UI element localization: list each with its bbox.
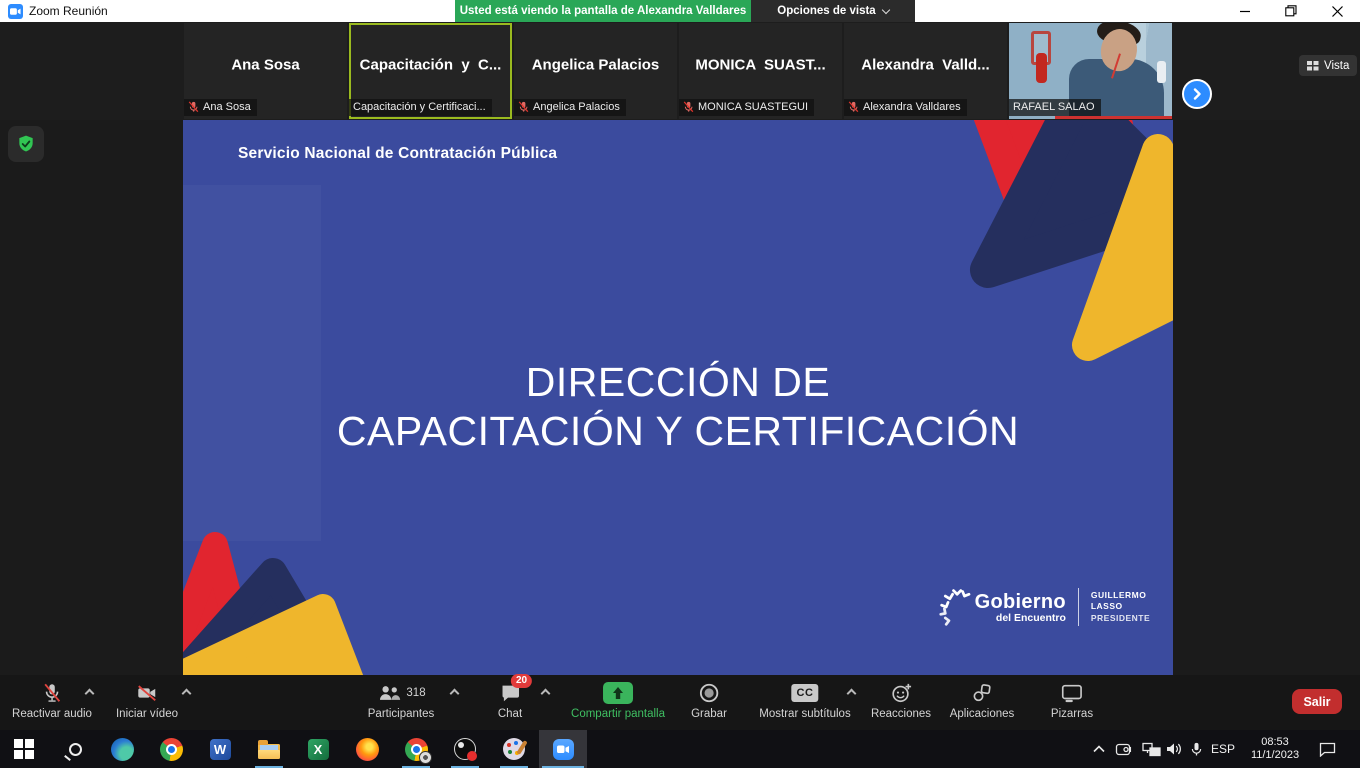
obs-icon — [454, 738, 476, 760]
taskbar-edge[interactable] — [98, 730, 146, 768]
mic-muted-icon — [188, 101, 199, 113]
windows-taskbar: W X ESP 08:53 11/1/2023 — [0, 730, 1360, 768]
start-button[interactable] — [0, 730, 48, 768]
gobierno-wordmark: Gobierno — [975, 591, 1066, 614]
participant-label: MONICA SUASTEGUI — [698, 101, 808, 113]
sun-rays-icon — [938, 585, 973, 629]
participant-label: Alexandra Valldares — [863, 101, 961, 113]
taskbar-firefox[interactable] — [343, 730, 391, 768]
file-explorer-icon — [258, 744, 280, 759]
taskbar-zoom-active[interactable] — [539, 730, 587, 768]
screen-share-banner: Usted está viendo la pantalla de Alexand… — [455, 0, 751, 22]
participant-video-strip: Ana Sosa Ana Sosa Capacitación y C... Ca… — [0, 22, 1360, 120]
word-icon: W — [210, 739, 231, 760]
participant-tile[interactable]: Alexandra Valld... Alexandra Valldares — [844, 23, 1007, 119]
zoom-icon — [553, 739, 574, 760]
taskbar-file-explorer[interactable] — [245, 730, 293, 768]
chat-unread-badge: 20 — [511, 674, 532, 688]
participant-tile[interactable]: Angelica Palacios Angelica Palacios — [514, 23, 677, 119]
mic-muted-icon — [518, 101, 529, 113]
camera-muted-icon — [135, 682, 159, 704]
gobierno-logo: Gobierno del Encuentro GUILLERMO LASSO P… — [938, 585, 1173, 629]
participant-label: Capacitación y Certificaci... — [353, 101, 486, 113]
chat-chevron[interactable] — [541, 689, 551, 699]
tray-date: 11/1/2023 — [1251, 749, 1299, 762]
whiteboards-button[interactable]: Pizarras — [1051, 681, 1093, 720]
taskbar-paint[interactable] — [490, 730, 538, 768]
window-title: Zoom Reunión — [29, 4, 108, 18]
chrome-icon — [160, 738, 183, 761]
grid-view-icon — [1307, 61, 1319, 71]
zoom-title-bar: Zoom Reunión Usted está viendo la pantal… — [0, 0, 1360, 22]
windows-logo-icon — [14, 739, 34, 759]
apps-button[interactable]: Aplicaciones — [950, 681, 1015, 720]
video-options-chevron[interactable] — [182, 689, 192, 699]
firefox-icon — [356, 738, 379, 761]
mic-muted-icon — [41, 682, 63, 704]
taskbar-word[interactable]: W — [196, 730, 244, 768]
participant-count: 318 — [406, 687, 425, 699]
tray-mic-icon[interactable] — [1186, 730, 1206, 768]
action-center-icon[interactable] — [1312, 730, 1342, 768]
slide-header-text: Servicio Nacional de Contratación Públic… — [238, 145, 557, 163]
share-screen-icon — [603, 682, 633, 704]
participant-label: RAFAEL SALAO — [1013, 101, 1095, 113]
shared-screen-area: Servicio Nacional de Contratación Públic… — [0, 120, 1360, 675]
captions-button[interactable]: CC Mostrar subtítulos — [759, 681, 850, 720]
reactions-button[interactable]: Reacciones — [871, 681, 931, 720]
chat-button[interactable]: 20 Chat — [498, 681, 522, 720]
tray-language[interactable]: ESP — [1208, 730, 1238, 768]
search-icon — [69, 743, 82, 756]
record-icon — [698, 682, 720, 704]
zoom-app-icon — [8, 4, 23, 19]
participant-label: Angelica Palacios — [533, 101, 620, 113]
next-participants-button[interactable] — [1182, 79, 1212, 109]
restore-button[interactable] — [1268, 0, 1314, 22]
taskbar-excel[interactable]: X — [294, 730, 342, 768]
paint-icon — [503, 738, 525, 760]
taskbar-chrome-meeting[interactable] — [392, 730, 440, 768]
apps-icon — [971, 682, 993, 704]
tray-screen-record-icon[interactable] — [1112, 730, 1136, 768]
mic-muted-icon — [848, 101, 859, 113]
tray-time: 08:53 — [1251, 736, 1299, 749]
smiley-plus-icon — [890, 682, 913, 704]
participant-tile-active[interactable]: Capacitación y C... Capacitación y Certi… — [349, 23, 512, 119]
unmute-audio-button[interactable]: Reactivar audio — [12, 681, 92, 720]
close-button[interactable] — [1314, 0, 1360, 22]
participant-tile[interactable]: Ana Sosa Ana Sosa — [184, 23, 347, 119]
vista-view-button[interactable]: Vista — [1299, 55, 1357, 76]
whiteboard-icon — [1060, 682, 1084, 704]
participant-label: Ana Sosa — [203, 101, 251, 113]
participants-button[interactable]: 318 Participantes — [368, 681, 434, 720]
participants-chevron[interactable] — [450, 689, 460, 699]
slide-title: DIRECCIÓN DE CAPACITACIÓN Y CERTIFICACIÓ… — [183, 358, 1173, 456]
tray-network-icon[interactable] — [1138, 730, 1164, 768]
edge-icon — [111, 738, 134, 761]
share-screen-button[interactable]: Compartir pantalla — [571, 681, 665, 720]
chevron-down-icon — [881, 5, 889, 13]
tray-speaker-icon[interactable] — [1162, 730, 1186, 768]
encryption-shield-icon[interactable] — [8, 126, 44, 162]
start-video-button[interactable]: Iniciar vídeo — [116, 681, 178, 720]
participants-icon — [376, 683, 401, 703]
taskbar-obs[interactable] — [441, 730, 489, 768]
participant-tile[interactable]: MONICA SUAST... MONICA SUASTEGUI — [679, 23, 842, 119]
tray-expand-chevron[interactable] — [1088, 730, 1110, 768]
record-button[interactable]: Grabar — [691, 681, 727, 720]
tray-clock[interactable]: 08:53 11/1/2023 — [1242, 730, 1308, 768]
view-options-button[interactable]: Opciones de vista — [751, 0, 915, 22]
presentation-slide: Servicio Nacional de Contratación Públic… — [183, 120, 1173, 675]
taskbar-chrome[interactable] — [147, 730, 195, 768]
zoom-meeting-toolbar: Reactivar audio Iniciar vídeo 318 Partic… — [0, 675, 1360, 730]
minimize-button[interactable] — [1222, 0, 1268, 22]
mic-muted-icon — [683, 101, 694, 113]
leave-meeting-button[interactable]: Salir — [1292, 689, 1342, 714]
taskbar-search-button[interactable] — [49, 730, 97, 768]
participant-tile-video[interactable]: RAFAEL SALAO — [1009, 23, 1172, 119]
closed-captions-icon: CC — [792, 684, 819, 702]
excel-icon: X — [308, 739, 329, 760]
president-name: GUILLERMO LASSO — [1091, 590, 1173, 612]
